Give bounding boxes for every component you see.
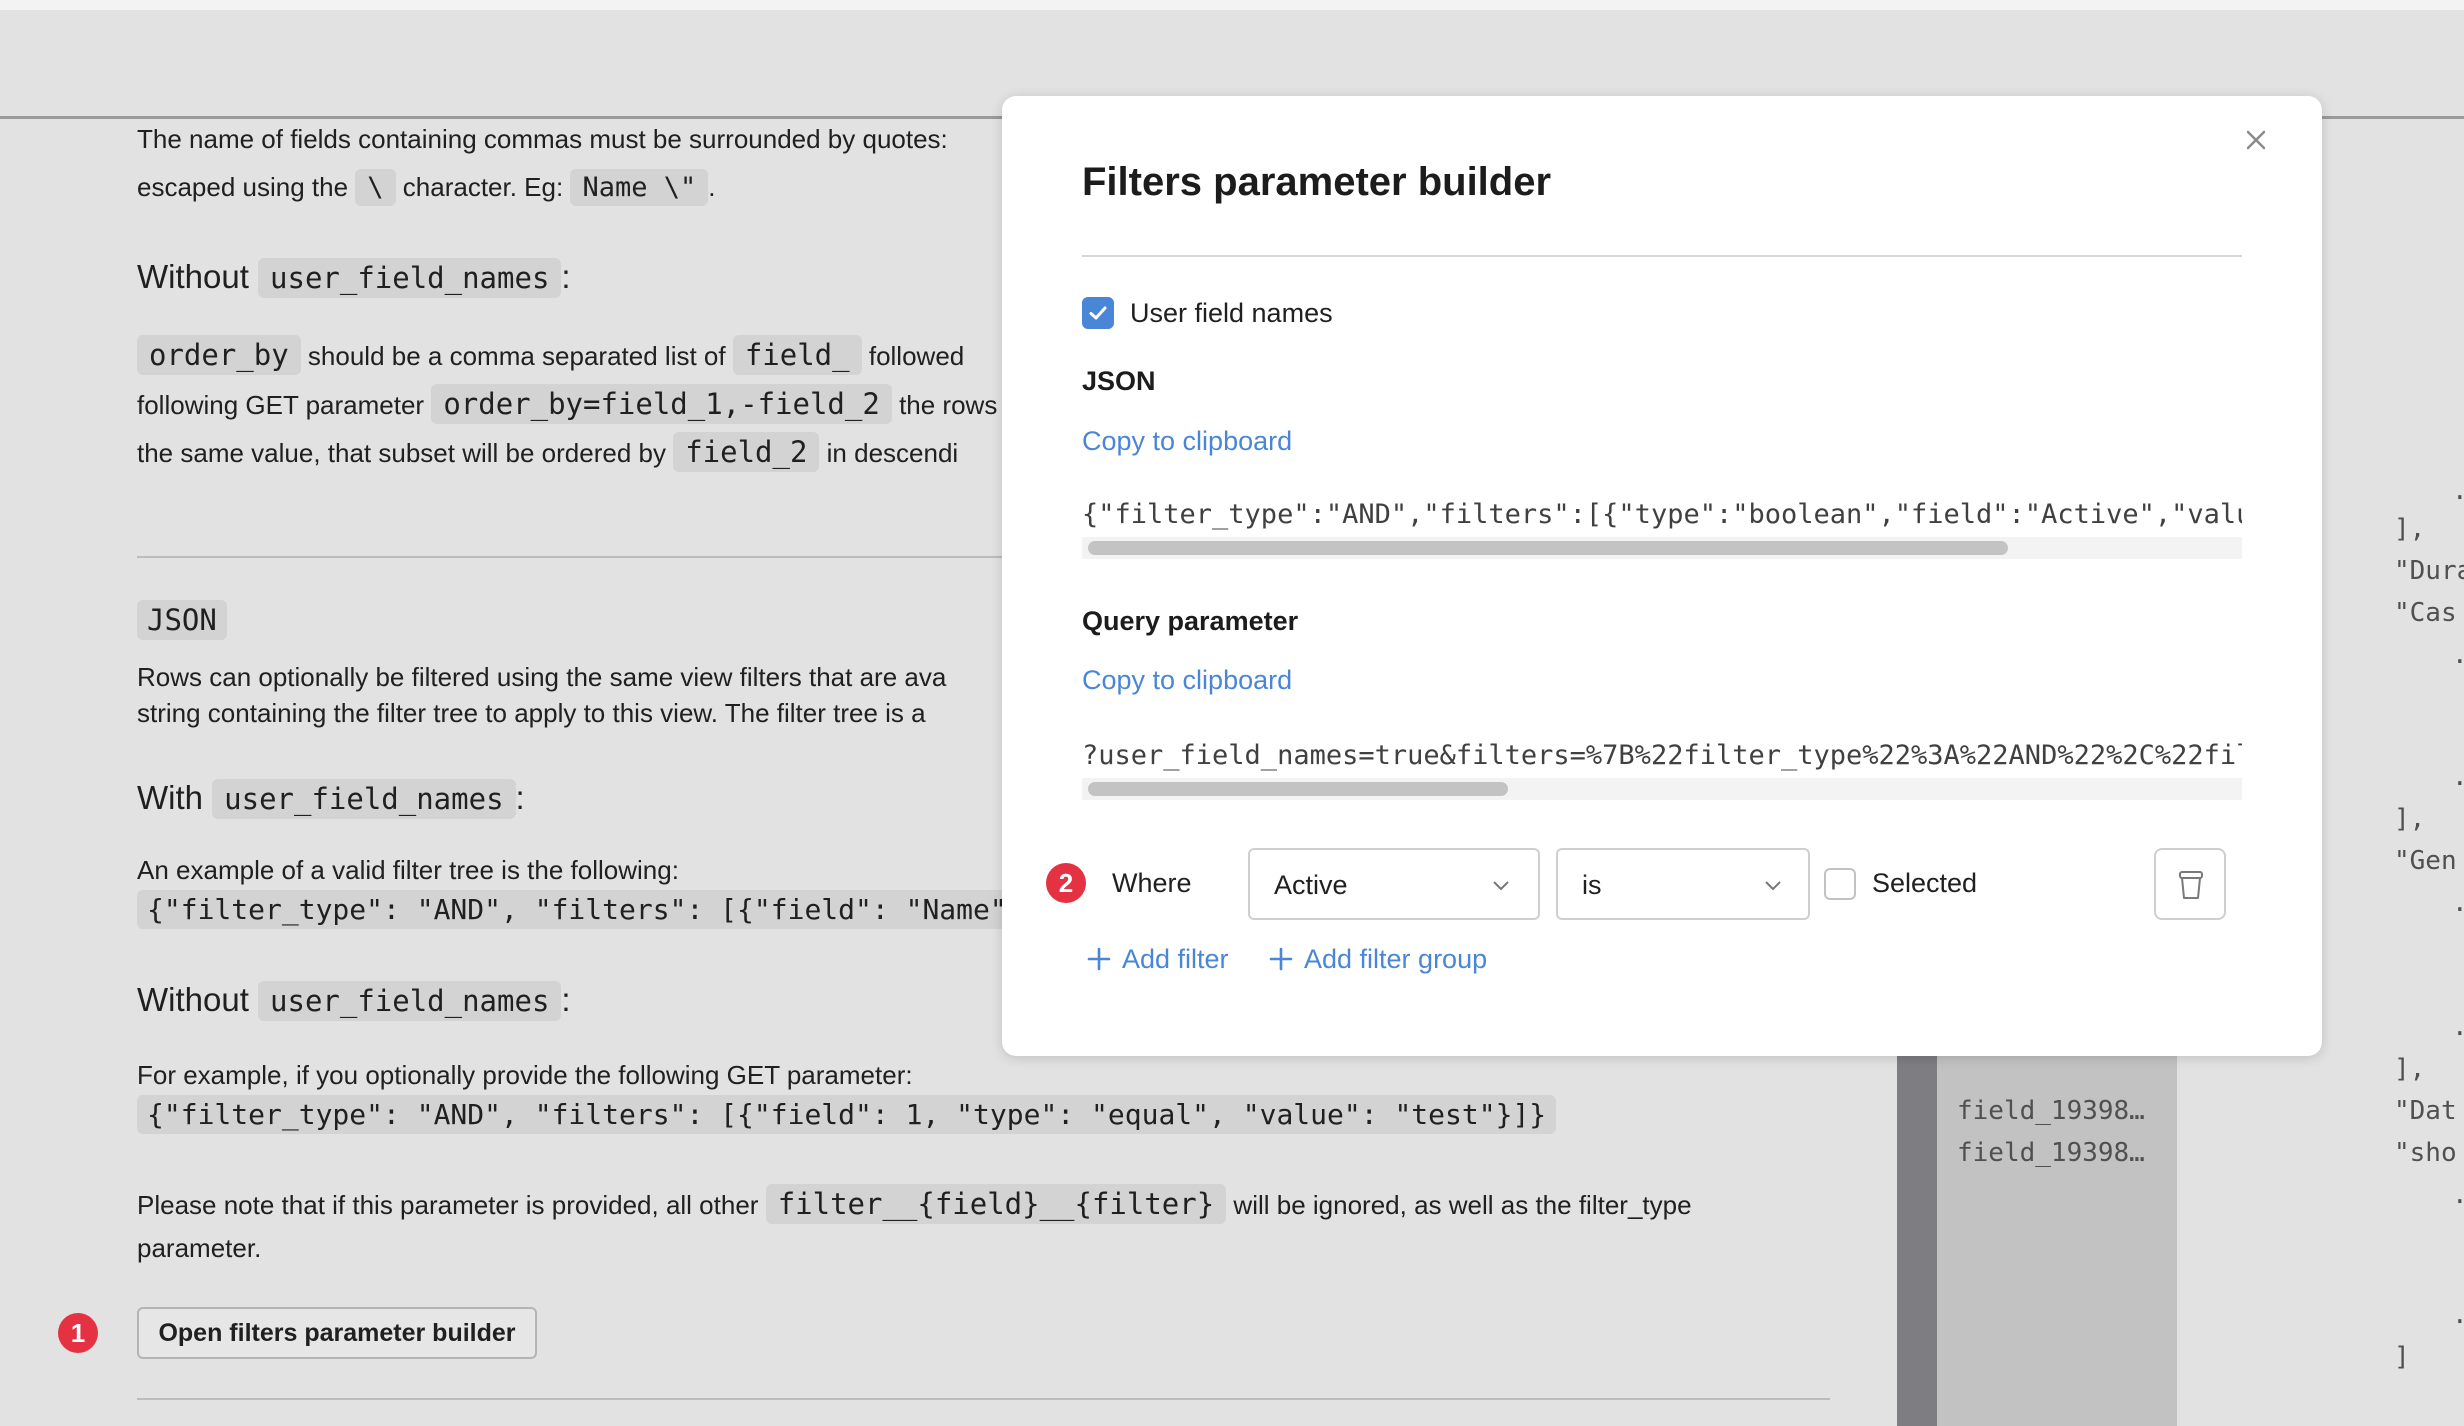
value-label[interactable]: Selected (1872, 866, 1977, 900)
open-filters-builder-button[interactable]: Open filters parameter builder (137, 1307, 537, 1359)
section-heading: With user_field_names: (137, 776, 525, 821)
doc-text: Rows can optionally be filtered using th… (137, 662, 947, 692)
inline-code: \ (355, 169, 396, 206)
doc-text: the same value, that subset will be orde… (137, 432, 958, 472)
chevron-down-icon (1493, 881, 1509, 891)
inline-code: order_by (137, 335, 301, 375)
section-heading: Without user_field_names: (137, 255, 571, 300)
plus-icon (1269, 947, 1293, 971)
divider (137, 556, 1002, 558)
section-label: JSON (137, 600, 227, 640)
doc-text: string containing the filter tree to app… (137, 698, 926, 728)
scrollbar-thumb[interactable] (1088, 782, 1508, 796)
field-row: field_19398… (1957, 1096, 2145, 1126)
inline-code: JSON (137, 600, 227, 640)
doc-text: For example, if you optionally provide t… (137, 1060, 913, 1090)
response-json-snippet: . ], "Dura "Cas . . ], "Gen . . ], "Dat … (2394, 476, 2464, 1372)
inline-code: field_2 (673, 432, 820, 472)
doc-text: order_by should be a comma separated lis… (137, 335, 964, 375)
inline-code: user_field_names (212, 779, 516, 819)
modal-title: Filters parameter builder (1082, 160, 1552, 204)
doc-text: parameter. (137, 1233, 262, 1263)
delete-filter-button[interactable] (2154, 848, 2226, 920)
doc-text: The name of fields containing commas mus… (137, 124, 948, 154)
doc-text: An example of a valid filter tree is the… (137, 855, 679, 885)
doc-text: following GET parameter order_by=field_1… (137, 384, 997, 424)
trash-icon (2179, 871, 2203, 899)
add-filter-button[interactable]: Add filter (1086, 942, 1229, 976)
filters-builder-modal: Filters parameter builder User field nam… (1002, 96, 2322, 1056)
code-example: {"filter_type": "AND", "filters": [{"fie… (137, 890, 1017, 929)
plus-icon (1087, 947, 1111, 971)
step-badge-2: 2 (1046, 863, 1086, 903)
value-checkbox[interactable] (1824, 868, 1856, 900)
inline-code: filter__{field}__{filter} (765, 1184, 1227, 1224)
query-parameter-heading: Query parameter (1082, 606, 1299, 636)
code-panel-fields: field_19398… field_19398… (1937, 1052, 2177, 1426)
copy-json-link[interactable]: Copy to clipboard (1082, 426, 1292, 457)
query-output: ?user_field_names=true&filters=%7B%22fil… (1082, 740, 2242, 771)
add-filter-group-button[interactable]: Add filter group (1268, 942, 1487, 976)
field-row: field_19398… (1957, 1138, 2145, 1168)
section-heading: Without user_field_names: (137, 978, 571, 1023)
divider (137, 1398, 1830, 1400)
divider (1082, 255, 2242, 257)
doc-text: escaped using the \ character. Eg: Name … (137, 169, 715, 206)
close-icon[interactable] (2236, 120, 2276, 160)
json-output: {"filter_type":"AND","filters":[{"type":… (1082, 499, 2242, 530)
checkbox-label[interactable]: User field names (1130, 297, 1333, 329)
top-strip (0, 0, 2464, 10)
inline-code: Name \" (570, 169, 709, 206)
copy-query-link[interactable]: Copy to clipboard (1082, 665, 1292, 696)
step-badge-1: 1 (58, 1313, 98, 1353)
inline-code: order_by=field_1,-field_2 (431, 384, 892, 424)
json-heading: JSON (1082, 366, 1156, 396)
field-select[interactable]: Active (1248, 848, 1540, 920)
where-label: Where (1112, 868, 1192, 898)
chevron-down-icon (1765, 881, 1781, 891)
inline-code: user_field_names (258, 258, 562, 298)
json-scrollbar[interactable] (1082, 537, 2242, 559)
code-example: {"filter_type": "AND", "filters": [{"fie… (137, 1095, 1557, 1134)
user-field-names-checkbox[interactable] (1082, 297, 1114, 329)
query-scrollbar[interactable] (1082, 778, 2242, 800)
doc-text: Please note that if this parameter is pr… (137, 1184, 1692, 1224)
code-panel-sidebar (1897, 1052, 1937, 1426)
scrollbar-thumb[interactable] (1088, 541, 2008, 555)
inline-code: field_ (732, 335, 862, 375)
inline-code: user_field_names (258, 981, 562, 1021)
operator-select[interactable]: is (1556, 848, 1810, 920)
